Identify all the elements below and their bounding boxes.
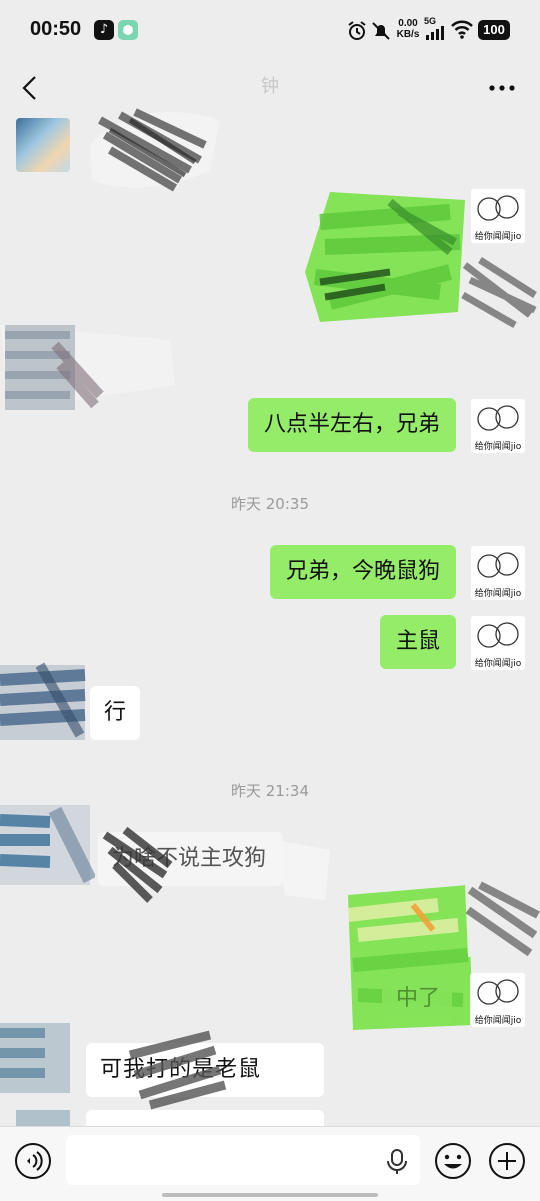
message-text: 八点半左右，兄弟 [263, 412, 440, 437]
status-time: 00:50 [30, 18, 82, 40]
self-avatar[interactable]: 给你闻闻jio [470, 398, 526, 454]
outgoing-message-bubble[interactable]: 中了 [382, 972, 452, 1026]
outgoing-message-bubble[interactable]: 兄弟，今晚鼠狗 [269, 545, 456, 599]
more-menu-icon[interactable] [488, 74, 516, 102]
self-avatar[interactable]: 给你闻闻jio [470, 615, 526, 671]
message-text: 主鼠 [395, 629, 440, 654]
incoming-message-bubble[interactable] [86, 1110, 324, 1126]
add-more-icon[interactable] [488, 1142, 526, 1180]
self-avatar-caption: 给你闻闻jio [474, 589, 522, 599]
sticker-face-icon [477, 622, 519, 648]
self-avatar[interactable]: 给你闻闻jio [470, 545, 526, 601]
sticker-face-icon [477, 552, 519, 578]
emoji-icon[interactable] [434, 1142, 472, 1180]
tiktok-icon: ♪ [94, 20, 114, 40]
incoming-message-bubble[interactable]: 行 [90, 686, 141, 740]
network-type-label: 5G [424, 16, 437, 26]
self-avatar-caption: 给你闻闻jio [474, 659, 522, 669]
battery-level: 100 [483, 22, 505, 37]
battery-indicator: 100 [478, 20, 510, 40]
home-indicator[interactable] [162, 1193, 378, 1197]
redacted-message [120, 1025, 240, 1110]
mute-bell-icon [372, 22, 390, 40]
contact-avatar-redacted[interactable] [0, 655, 90, 745]
self-avatar[interactable]: 给你闻闻jio [470, 188, 526, 244]
timestamp: 昨天 20:35 [231, 495, 309, 513]
outgoing-message-bubble[interactable]: 主鼠 [379, 615, 456, 669]
voice-mode-icon[interactable] [14, 1142, 52, 1180]
cell-signal-icon [426, 26, 444, 40]
redacted-message [0, 315, 180, 415]
network-speed-value: 0.00 [398, 18, 418, 29]
redacted-message [300, 182, 470, 332]
alarm-icon [348, 21, 366, 40]
status-bar: 00:50 ♪ 0.00 KB/s 5G 100 [0, 0, 540, 60]
message-input[interactable] [66, 1135, 420, 1185]
microphone-icon[interactable] [386, 1148, 408, 1176]
sticker-face-icon [477, 405, 519, 431]
outgoing-message-bubble[interactable]: 八点半左右，兄弟 [247, 398, 456, 452]
network-speed: 0.00 KB/s [395, 18, 421, 40]
redacted-message [460, 875, 540, 960]
contact-avatar-redacted[interactable] [0, 800, 97, 890]
app-notification-icon [118, 20, 138, 40]
self-avatar-caption: 给你闻闻jio [474, 1016, 522, 1026]
timestamp: 昨天 21:34 [231, 782, 309, 800]
redacted-message [455, 240, 540, 330]
self-avatar-caption: 给你闻闻jio [474, 442, 522, 452]
wifi-icon [451, 20, 473, 39]
sticker-face-icon [477, 195, 519, 221]
sticker-face-icon [477, 979, 519, 1005]
message-text: 行 [104, 700, 127, 725]
contact-avatar-redacted[interactable] [16, 1110, 70, 1126]
redacted-message [95, 820, 335, 905]
chat-title[interactable]: 钟 [0, 72, 540, 98]
message-text: 中了 [396, 986, 441, 1011]
contact-avatar-redacted[interactable] [0, 1018, 72, 1098]
message-text: 兄弟，今晚鼠狗 [285, 559, 440, 584]
self-avatar[interactable]: 给你闻闻jio [470, 972, 526, 1028]
network-speed-unit: KB/s [396, 29, 420, 40]
signal-indicator: 5G [424, 17, 448, 41]
redacted-message [80, 100, 230, 195]
contact-avatar[interactable] [16, 118, 70, 172]
